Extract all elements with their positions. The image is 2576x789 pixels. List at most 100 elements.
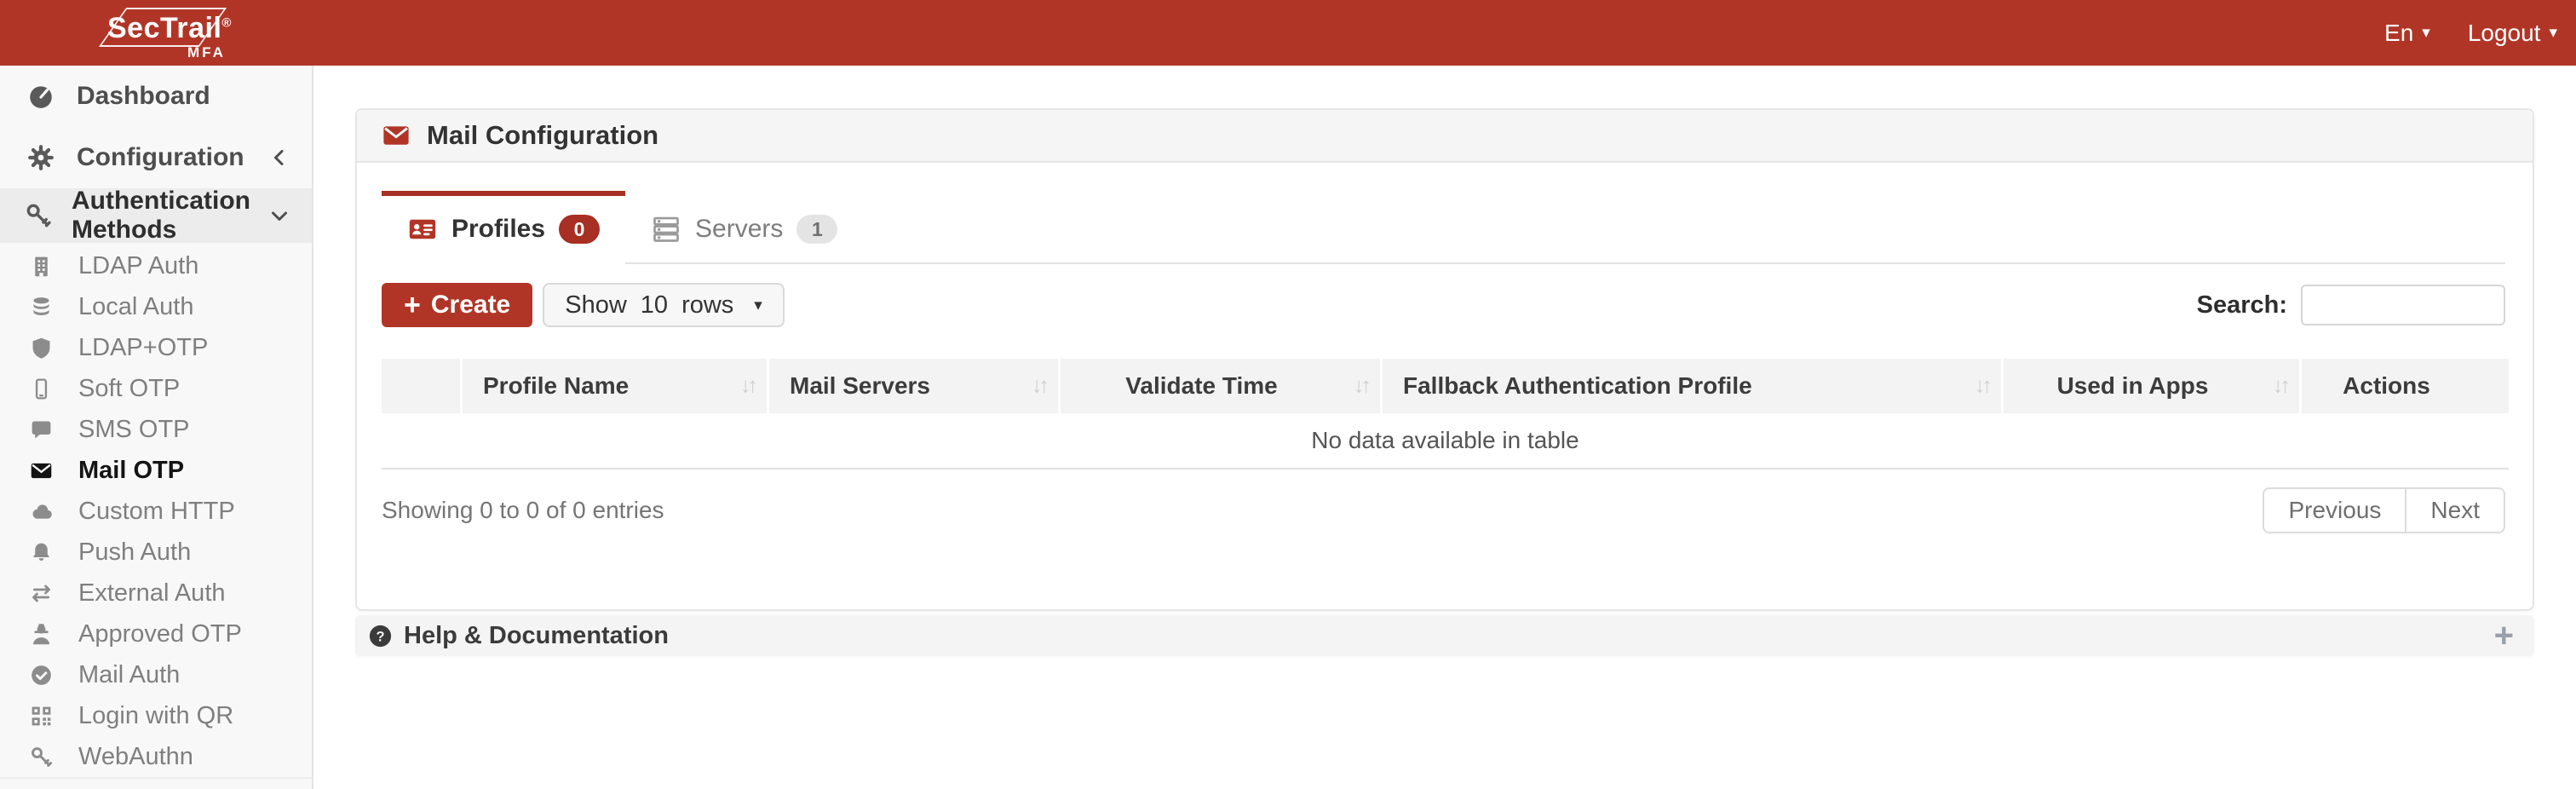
table-header-row: Profile Name↓↑ Mail Servers↓↑ Validate T… [382, 359, 2509, 413]
table-footer: Showing 0 to 0 of 0 entries Previous Nex… [382, 487, 2505, 533]
create-button-label: Create [431, 291, 510, 320]
id-card-icon [407, 214, 438, 245]
language-label: En [2384, 20, 2413, 47]
topbar-right: En ▾ Logout ▾ [2378, 0, 2564, 66]
sidebar-item-label: Authentication Methods [72, 187, 269, 245]
auth-methods-submenu: LDAP Auth Local Auth LDAP+OTP Soft OTP [0, 243, 312, 779]
sidebar: Dashboard Configuration Authentication M… [0, 66, 313, 789]
sidebar-item-configuration[interactable]: Configuration [0, 135, 312, 180]
brand-logo: SecTrail® MFA [101, 5, 254, 61]
expand-plus-icon[interactable]: + [2494, 619, 2514, 653]
key-icon [26, 745, 56, 769]
sidebar-item-authentication-methods[interactable]: Authentication Methods [0, 188, 312, 243]
empty-table-row: No data available in table [382, 413, 2509, 469]
brand-name: SecTrail® [107, 12, 232, 45]
sidebar-item-webauthn[interactable]: WebAuthn [0, 736, 312, 777]
server-icon [651, 214, 681, 245]
column-header-select [382, 359, 460, 413]
column-header-profile-name[interactable]: Profile Name↓↑ [460, 359, 767, 413]
sidebar-item-dashboard[interactable]: Dashboard [0, 74, 312, 118]
column-label: Validate Time [1125, 372, 1277, 399]
building-icon [26, 254, 56, 279]
sidebar-item-label: WebAuthn [78, 743, 193, 771]
sidebar-item-label: Mail OTP [78, 457, 184, 485]
empty-table-message: No data available in table [382, 413, 2509, 469]
sidebar-item-label: LDAP+OTP [78, 334, 208, 362]
sidebar-item-approved-otp[interactable]: Approved OTP [0, 613, 312, 654]
gear-icon [24, 143, 58, 172]
panel-body: Profiles 0 Servers 1 + Crea [357, 191, 2533, 533]
sidebar-item-ldap-otp[interactable]: LDAP+OTP [0, 327, 312, 368]
sidebar-item-sms-otp[interactable]: SMS OTP [0, 409, 312, 450]
column-header-used-in-apps[interactable]: Used in Apps↓↑ [2001, 359, 2299, 413]
pagination: Previous Next [2263, 487, 2505, 533]
sidebar-item-label: Configuration [77, 143, 244, 172]
sidebar-item-label: Mail Auth [78, 661, 180, 689]
database-icon [26, 295, 56, 320]
comment-icon [26, 418, 56, 442]
app-root: SecTrail® MFA En ▾ Logout ▾ Dashboard [0, 0, 2576, 789]
sort-icon: ↓↑ [1354, 374, 1368, 399]
show-rows-suffix: rows [681, 291, 733, 320]
sidebar-item-label: Custom HTTP [78, 498, 235, 526]
user-secret-icon [26, 622, 56, 647]
show-rows-value: 10 [641, 291, 668, 320]
sidebar-item-label: Push Auth [78, 538, 191, 567]
registered-mark: ® [221, 16, 232, 31]
column-label: Profile Name [483, 372, 629, 399]
logout-dropdown[interactable]: Logout ▾ [2461, 20, 2564, 47]
column-header-actions: Actions [2299, 359, 2509, 413]
next-button[interactable]: Next [2405, 489, 2504, 532]
bell-icon [26, 540, 56, 565]
caret-down-icon: ▾ [2549, 25, 2557, 41]
sort-icon: ↓↑ [1975, 374, 1989, 399]
sort-icon: ↓↑ [2273, 374, 2287, 399]
page-title: Mail Configuration [427, 120, 658, 151]
caret-down-icon: ▾ [2422, 25, 2430, 41]
rows-per-page-dropdown[interactable]: Show 10 rows ▾ [543, 283, 785, 327]
tab-profiles[interactable]: Profiles 0 [382, 191, 625, 264]
logout-label: Logout [2468, 20, 2541, 47]
sidebar-item-mail-otp[interactable]: Mail OTP [0, 450, 312, 491]
mobile-icon [26, 377, 56, 401]
caret-down-icon: ▾ [754, 297, 762, 314]
envelope-icon [26, 458, 56, 483]
tab-bar: Profiles 0 Servers 1 [382, 191, 2505, 264]
sidebar-item-label: Dashboard [77, 82, 210, 111]
sidebar-item-label: Login with QR [78, 702, 233, 730]
column-header-validate-time[interactable]: Validate Time ↓↑ [1058, 359, 1380, 413]
sidebar-item-label: Approved OTP [78, 620, 242, 648]
servers-count-badge: 1 [796, 215, 837, 244]
brand-name-text: SecTrail [107, 12, 221, 44]
sidebar-item-mail-auth[interactable]: Mail Auth [0, 654, 312, 695]
sidebar-item-custom-http[interactable]: Custom HTTP [0, 491, 312, 532]
sidebar-item-local-auth[interactable]: Local Auth [0, 286, 312, 327]
help-documentation-bar[interactable]: ? Help & Documentation + [355, 615, 2534, 656]
sidebar-item-label: Local Auth [78, 293, 193, 321]
language-dropdown[interactable]: En ▾ [2378, 20, 2437, 47]
sidebar-item-login-with-qr[interactable]: Login with QR [0, 695, 312, 736]
sidebar-item-label: Soft OTP [78, 375, 180, 403]
create-button[interactable]: + Create [382, 283, 532, 327]
sidebar-item-push-auth[interactable]: Push Auth [0, 532, 312, 573]
previous-button[interactable]: Previous [2264, 489, 2405, 532]
check-circle-icon [26, 663, 56, 688]
sort-icon: ↓↑ [1032, 374, 1046, 399]
column-header-mail-servers[interactable]: Mail Servers ↓↑ [767, 359, 1058, 413]
entries-summary: Showing 0 to 0 of 0 entries [382, 497, 664, 524]
search-input[interactable] [2301, 285, 2505, 325]
plus-icon: + [404, 291, 421, 320]
sidebar-item-external-auth[interactable]: External Auth [0, 573, 312, 613]
sidebar-item-label: LDAP Auth [78, 252, 198, 280]
show-rows-prefix: Show [565, 291, 627, 320]
sidebar-item-ldap-auth[interactable]: LDAP Auth [0, 245, 312, 286]
column-header-fallback-authentication-profile[interactable]: Fallback Authentication Profile↓↑ [1380, 359, 2001, 413]
search-label: Search: [2197, 291, 2287, 320]
mail-configuration-panel: Mail Configuration Profiles 0 [355, 108, 2534, 611]
key-icon [24, 201, 53, 230]
sidebar-item-soft-otp[interactable]: Soft OTP [0, 368, 312, 409]
tab-label: Profiles [451, 215, 545, 244]
envelope-icon [381, 120, 411, 151]
column-label: Mail Servers [790, 372, 930, 399]
tab-servers[interactable]: Servers 1 [625, 191, 863, 264]
